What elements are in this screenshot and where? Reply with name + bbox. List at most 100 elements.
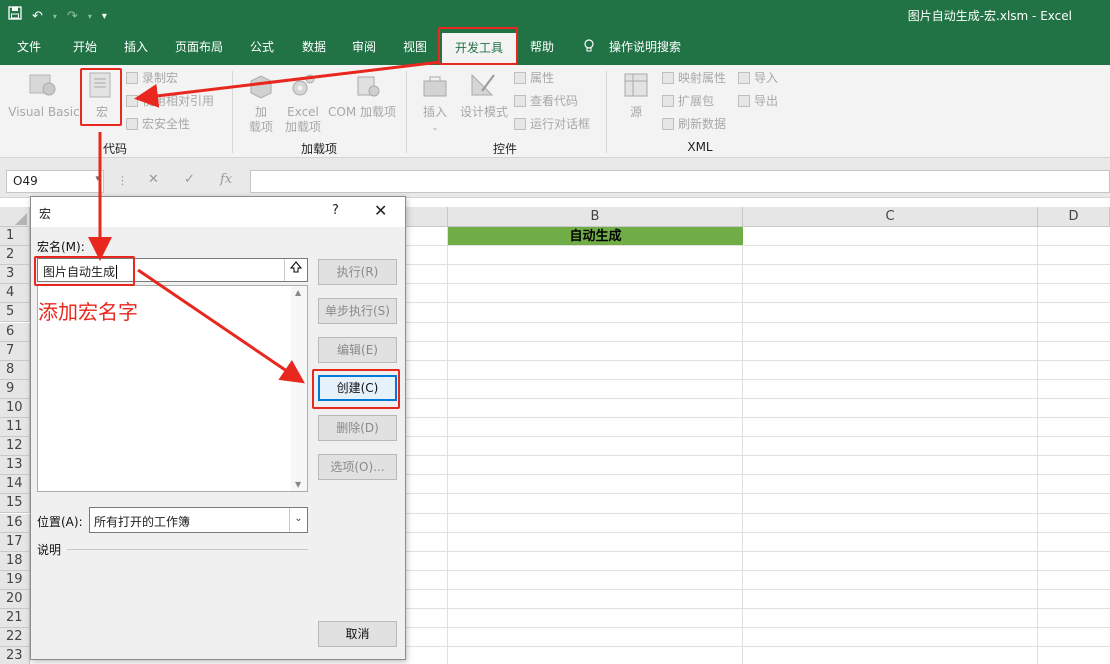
record-macro-button[interactable]: 录制宏: [126, 70, 178, 86]
cancel-icon[interactable]: ✕: [148, 172, 159, 187]
group-label-controls: 控件: [492, 142, 517, 156]
expansion-packs-icon: [662, 95, 674, 107]
resize-handle-icon[interactable]: ⋮: [117, 174, 128, 187]
tell-me-search[interactable]: 操作说明搜索: [602, 32, 688, 65]
select-all-corner[interactable]: [0, 207, 30, 227]
insert-control-button[interactable]: 插入 ⌄: [418, 105, 452, 135]
enter-icon[interactable]: ✓: [184, 172, 195, 187]
tab-help[interactable]: 帮助: [520, 32, 564, 65]
chevron-down-icon[interactable]: ▾: [53, 7, 57, 27]
row-header[interactable]: 1: [0, 227, 30, 247]
row-header[interactable]: 22: [0, 628, 30, 648]
tab-review[interactable]: 审阅: [342, 32, 386, 65]
redo-icon[interactable]: ↷: [67, 7, 78, 27]
row-header[interactable]: 11: [0, 418, 30, 438]
row-header[interactable]: 3: [0, 265, 30, 285]
step-into-button[interactable]: 单步执行(S): [318, 298, 397, 324]
row-header[interactable]: 4: [0, 284, 30, 304]
row-header[interactable]: 2: [0, 246, 30, 266]
relative-references-button[interactable]: 使用相对引用: [126, 93, 214, 109]
tab-home[interactable]: 开始: [62, 32, 108, 65]
row-header[interactable]: 23: [0, 647, 30, 664]
row-header[interactable]: 6: [0, 322, 30, 342]
addins-label-line2: 载项: [248, 120, 273, 134]
collapse-dialog-icon[interactable]: [284, 259, 307, 281]
column-header-d[interactable]: D: [1038, 207, 1110, 227]
chevron-down-icon[interactable]: ▾: [95, 174, 100, 184]
group-label-addins: 加载项: [300, 142, 337, 156]
highlight-macro-name: [34, 256, 135, 286]
row-header[interactable]: 13: [0, 456, 30, 476]
insert-control-label: 插入: [422, 105, 447, 119]
list-scrollbar[interactable]: ▲ ▼: [291, 286, 307, 491]
row-header[interactable]: 14: [0, 475, 30, 495]
xml-import-button[interactable]: 导入: [738, 70, 778, 86]
edit-button[interactable]: 编辑(E): [318, 337, 397, 363]
addins-button[interactable]: 加 载项: [244, 105, 278, 135]
row-header[interactable]: 8: [0, 360, 30, 380]
delete-button[interactable]: 删除(D): [318, 415, 397, 441]
record-macro-label: 录制宏: [142, 71, 179, 85]
design-mode-button[interactable]: 设计模式: [456, 105, 512, 120]
location-value: 所有打开的工作簿: [94, 515, 191, 529]
scroll-up-icon[interactable]: ▲: [295, 288, 301, 297]
chevron-down-icon[interactable]: ⌄: [289, 508, 307, 532]
tab-insert[interactable]: 插入: [114, 32, 158, 65]
view-code-button[interactable]: 查看代码: [514, 93, 578, 109]
excel-addins-label-line1: Excel: [287, 105, 319, 119]
com-addins-button[interactable]: COM 加载项: [325, 105, 399, 120]
run-dialog-label: 运行对话框: [530, 117, 591, 131]
help-icon[interactable]: ?: [332, 203, 339, 218]
name-box[interactable]: O49 ▾: [6, 170, 104, 193]
tab-view[interactable]: 视图: [393, 32, 437, 65]
location-label: 位置(A):: [37, 515, 83, 529]
tab-formulas[interactable]: 公式: [240, 32, 284, 65]
cancel-button[interactable]: 取消: [318, 621, 397, 647]
run-button[interactable]: 执行(R): [318, 259, 397, 285]
tab-page-layout[interactable]: 页面布局: [166, 32, 232, 65]
formula-input[interactable]: [250, 170, 1110, 193]
customize-qat-icon[interactable]: ▾: [102, 7, 107, 27]
expansion-packs-button[interactable]: 扩展包: [662, 93, 714, 109]
chevron-down-icon[interactable]: ▾: [88, 7, 92, 27]
scroll-down-icon[interactable]: ▼: [295, 480, 301, 489]
macro-security-button[interactable]: 宏安全性: [126, 116, 190, 132]
location-select[interactable]: 所有打开的工作簿 ⌄: [89, 507, 308, 533]
refresh-data-button[interactable]: 刷新数据: [662, 116, 726, 132]
row-header[interactable]: 19: [0, 570, 30, 590]
row-header[interactable]: 5: [0, 303, 30, 323]
run-dialog-button[interactable]: 运行对话框: [514, 116, 590, 132]
row-header[interactable]: 9: [0, 379, 30, 399]
row-header[interactable]: 15: [0, 494, 30, 514]
row-header[interactable]: 10: [0, 398, 30, 418]
row-header[interactable]: 16: [0, 513, 30, 533]
name-box-value: O49: [13, 174, 38, 188]
highlight-create-button: [312, 369, 400, 409]
close-icon[interactable]: ✕: [374, 201, 387, 220]
xml-source-button[interactable]: 源: [624, 105, 648, 120]
cell-b1[interactable]: 自动生成: [448, 227, 743, 246]
options-button[interactable]: 选项(O)...: [318, 454, 397, 480]
record-macro-icon: [126, 72, 138, 84]
row-header[interactable]: 7: [0, 341, 30, 361]
save-icon[interactable]: [8, 6, 22, 27]
map-properties-button[interactable]: 映射属性: [662, 70, 726, 86]
insert-function-icon[interactable]: fx: [220, 172, 232, 187]
column-header-b[interactable]: B: [448, 207, 743, 227]
lightbulb-icon: [578, 32, 600, 65]
row-header[interactable]: 20: [0, 589, 30, 609]
tab-file[interactable]: 文件: [8, 32, 50, 65]
design-mode-icon: [468, 71, 498, 99]
row-header[interactable]: 18: [0, 551, 30, 571]
excel-addins-button[interactable]: Excel 加载项: [281, 105, 325, 135]
row-header[interactable]: 12: [0, 437, 30, 457]
row-header[interactable]: 17: [0, 532, 30, 552]
undo-icon[interactable]: ↶: [32, 7, 43, 27]
column-header-c[interactable]: C: [743, 207, 1038, 227]
xml-export-button[interactable]: 导出: [738, 93, 778, 109]
group-label-xml: XML: [687, 140, 713, 154]
visual-basic-button[interactable]: Visual Basic: [6, 105, 82, 120]
tab-data[interactable]: 数据: [292, 32, 336, 65]
row-header[interactable]: 21: [0, 609, 30, 629]
properties-button[interactable]: 属性: [514, 70, 554, 86]
